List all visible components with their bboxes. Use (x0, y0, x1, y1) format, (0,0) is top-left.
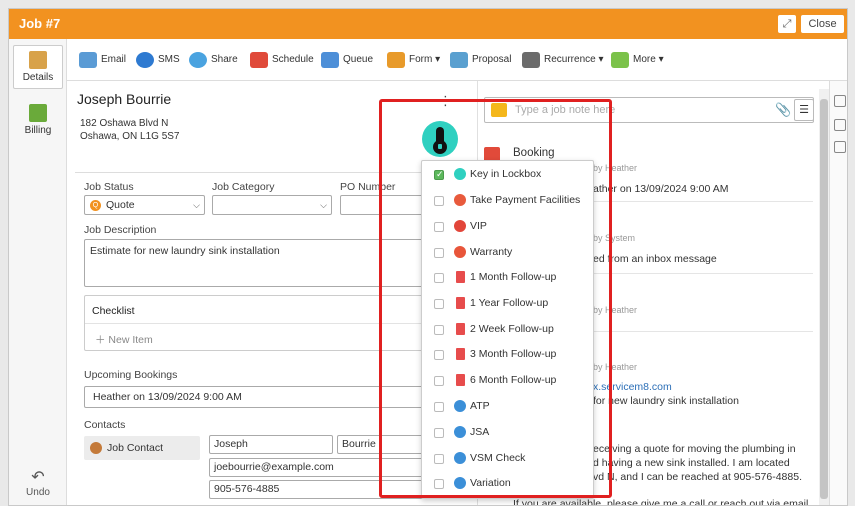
form-button[interactable]: Form ▾ (387, 51, 440, 71)
title-bar: Job #7 ⤢ Close (9, 9, 847, 39)
billing-icon (29, 104, 47, 122)
window-title: Job #7 (19, 16, 61, 31)
form-label: Form (409, 54, 433, 65)
scrollbar-thumb[interactable] (820, 99, 828, 499)
upcoming-bookings-label: Upcoming Bookings (84, 369, 178, 381)
email-label: Email (101, 54, 127, 65)
more-caret-icon: ▾ (655, 54, 664, 65)
details-icon (29, 51, 47, 69)
copy-icon[interactable] (834, 141, 846, 153)
close-button[interactable]: Close (801, 15, 844, 33)
feed-email-body-1: eceiving a quote for moving the plumbing… (593, 443, 796, 455)
recurrence-caret-icon: ▾ (595, 54, 604, 65)
job-description-label: Job Description (84, 224, 157, 236)
contacts-label: Contacts (84, 419, 126, 431)
schedule-button[interactable]: Schedule (250, 51, 314, 71)
more-button[interactable]: More ▾ (611, 51, 664, 71)
proposal-icon (450, 52, 468, 68)
left-nav: Details Billing ↶ Undo (9, 39, 67, 505)
print-icon[interactable] (834, 119, 846, 131)
address-line-2: Oshawa, ON L1G 5S7 (80, 131, 180, 142)
nav-billing[interactable]: Billing (13, 99, 63, 143)
sms-label: SMS (158, 54, 180, 65)
share-label: Share (211, 54, 238, 65)
panel-icon[interactable] (834, 95, 846, 107)
recurrence-button[interactable]: Recurrence ▾ (522, 51, 604, 71)
job-status-select[interactable]: Q Quote ⌵ (84, 195, 205, 215)
job-category-select[interactable]: ⌵ (212, 195, 332, 215)
schedule-label: Schedule (272, 54, 314, 65)
schedule-icon (250, 52, 268, 68)
form-icon (387, 52, 405, 68)
undo-button[interactable]: ↶ Undo (23, 467, 53, 498)
share-button[interactable]: Share (189, 51, 238, 71)
recurrence-label: Recurrence (544, 54, 596, 65)
new-checklist-item[interactable]: ＋ New Item (95, 332, 153, 347)
checklist-title: Checklist (92, 305, 135, 317)
job-status-value: Quote (106, 199, 135, 211)
feed-email-body-4: If you are available, please give me a c… (513, 498, 809, 506)
toolbar: Email SMS Share Schedule Queue Form ▾ Pr… (67, 39, 847, 81)
proposal-button[interactable]: Proposal (450, 51, 511, 71)
chevron-down-icon: ⌵ (320, 200, 327, 210)
undo-label: Undo (26, 487, 50, 498)
more-icon (611, 52, 629, 68)
nav-details[interactable]: Details (13, 45, 63, 89)
job-contact-tab[interactable]: Job Contact (84, 436, 200, 460)
highlight-annotation (379, 99, 612, 498)
nav-billing-label: Billing (24, 125, 52, 136)
contact-person-icon (90, 442, 102, 455)
more-label: More (633, 54, 656, 65)
share-icon (189, 52, 207, 68)
side-strip (829, 81, 847, 505)
queue-button[interactable]: Queue (321, 51, 373, 71)
address-line-1: 182 Oshawa Blvd N (80, 118, 169, 129)
queue-label: Queue (343, 54, 374, 65)
queue-icon (321, 52, 339, 68)
plus-icon: ＋ (95, 334, 109, 346)
sms-icon (136, 52, 154, 68)
sms-button[interactable]: SMS (136, 51, 180, 71)
proposal-label: Proposal (472, 54, 512, 65)
form-caret-icon: ▾ (432, 54, 441, 65)
job-status-label: Job Status (84, 181, 134, 193)
job-category-label: Job Category (212, 181, 275, 193)
undo-icon: ↶ (31, 469, 45, 486)
recurrence-icon (522, 52, 540, 68)
email-button[interactable]: Email (79, 51, 126, 71)
feed-booking-text: ather on 13/09/2024 9:00 AM (593, 183, 729, 195)
customer-name[interactable]: Joseph Bourrie (77, 91, 171, 107)
new-item-label: New Item (108, 334, 153, 346)
chevron-down-icon: ⌵ (193, 200, 200, 210)
nav-details-label: Details (22, 72, 54, 83)
email-icon (79, 52, 97, 68)
expand-icon[interactable]: ⤢ (778, 15, 796, 33)
filter-icon[interactable]: ☰ (794, 99, 814, 121)
quote-status-icon: Q (90, 199, 101, 211)
feed-email-body-2: d having a new sink installed. I am loca… (593, 457, 790, 469)
job-contact-label: Job Contact (107, 442, 164, 454)
first-name-field[interactable]: Joseph (209, 435, 333, 454)
feed-email-body-3: vd N, and I can be reached at 905-576-48… (593, 471, 802, 483)
paperclip-icon[interactable]: 📎 (775, 102, 791, 118)
feed-email-subject: for new laundry sink installation (593, 395, 739, 407)
